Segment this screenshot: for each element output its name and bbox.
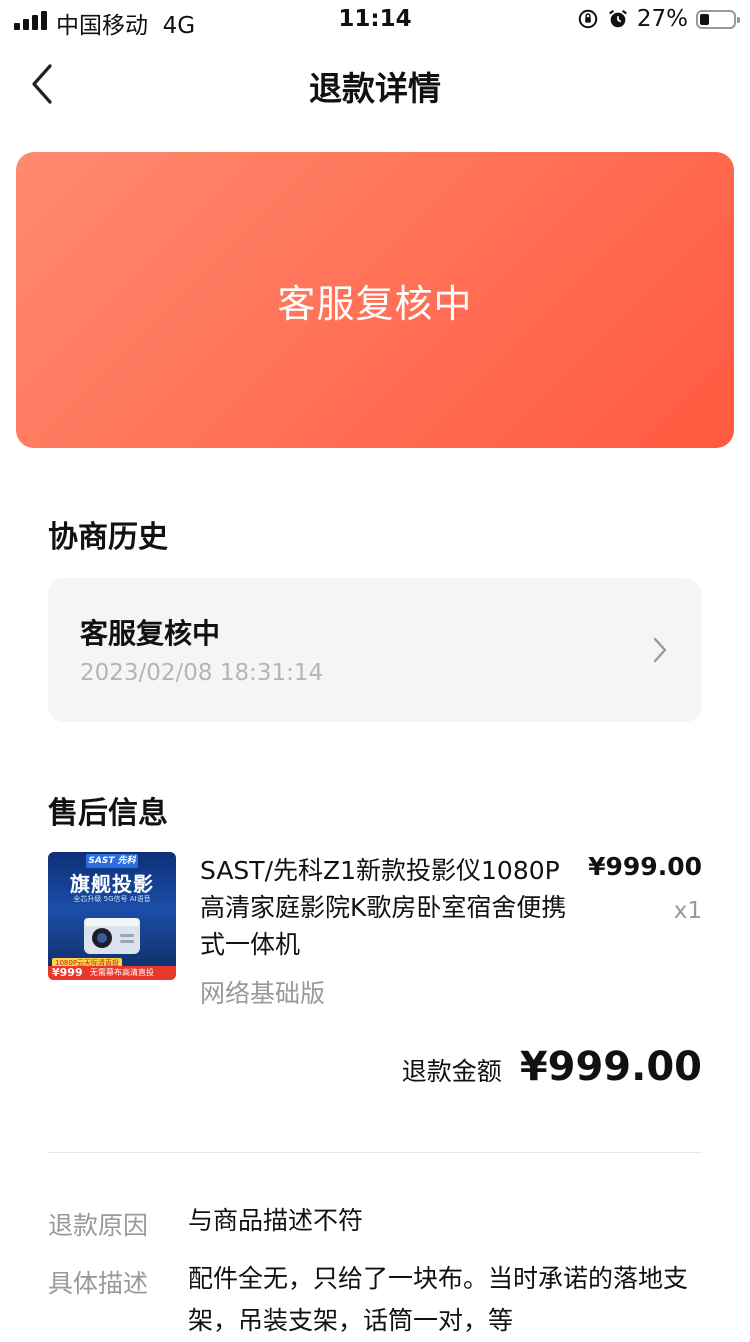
battery-fill xyxy=(700,13,709,25)
product-name[interactable]: SAST/先科Z1新款投影仪1080P高清家庭影院K歌房卧室宿舍便携式一体机 xyxy=(200,852,580,963)
product-quantity: x1 xyxy=(673,898,702,924)
status-right: 27% xyxy=(577,6,740,32)
product-thumbnail[interactable]: SAST 先科 旗舰投影 全芯升级 5G信号 AI语音 1080P云天际清直投 … xyxy=(48,852,176,980)
product-spec: 网络基础版 xyxy=(200,979,326,1008)
refund-amount-row: 退款金额 ¥999.00 xyxy=(402,1044,702,1090)
refund-amount-label: 退款金额 xyxy=(401,1057,502,1086)
divider xyxy=(48,1152,702,1153)
refund-amount: ¥999.00 xyxy=(519,1044,702,1090)
alarm-icon xyxy=(608,9,627,28)
chevron-right-icon xyxy=(653,637,667,663)
battery-nub xyxy=(737,16,740,23)
product-image-price: ¥999 xyxy=(52,966,83,979)
refund-status-text: 客服复核中 xyxy=(277,281,473,326)
history-time: 2023/02/08 18:31:14 xyxy=(80,660,324,686)
status-bar: 中国移动 4G 11:14 27% xyxy=(0,0,750,40)
history-status: 客服复核中 xyxy=(80,617,221,650)
product-price: ¥999.00 xyxy=(588,852,702,881)
refund-status-banner: 客服复核中 xyxy=(16,152,734,448)
history-section-title: 协商历史 xyxy=(48,520,168,555)
orientation-lock-icon xyxy=(578,9,598,29)
description-value: 配件全无，只给了一块布。当时承诺的落地支架，吊装支架，话筒一对，等 xyxy=(188,1264,689,1335)
product-brand: SAST 先科 xyxy=(86,854,138,868)
battery-percent: 27% xyxy=(636,6,688,32)
battery-icon xyxy=(696,9,740,29)
refund-reason-value: 与商品描述不符 xyxy=(188,1206,364,1235)
description-label: 具体描述 xyxy=(48,1269,149,1298)
projector-icon xyxy=(78,908,146,958)
refund-reason-label: 退款原因 xyxy=(48,1211,149,1240)
product-subline: 全芯升级 5G信号 AI语音 xyxy=(73,895,151,903)
history-item[interactable]: 客服复核中 2023/02/08 18:31:14 xyxy=(48,578,702,722)
product-price-strip: ¥999 无需幕布高清直投 xyxy=(48,966,176,980)
nav-bar: 退款详情 xyxy=(0,40,750,128)
product-image-slogan: 无需幕布高清直投 xyxy=(90,968,154,977)
product-headline: 旗舰投影 xyxy=(70,872,154,896)
page-title: 退款详情 xyxy=(309,69,441,108)
after-sale-section-title: 售后信息 xyxy=(48,796,168,831)
